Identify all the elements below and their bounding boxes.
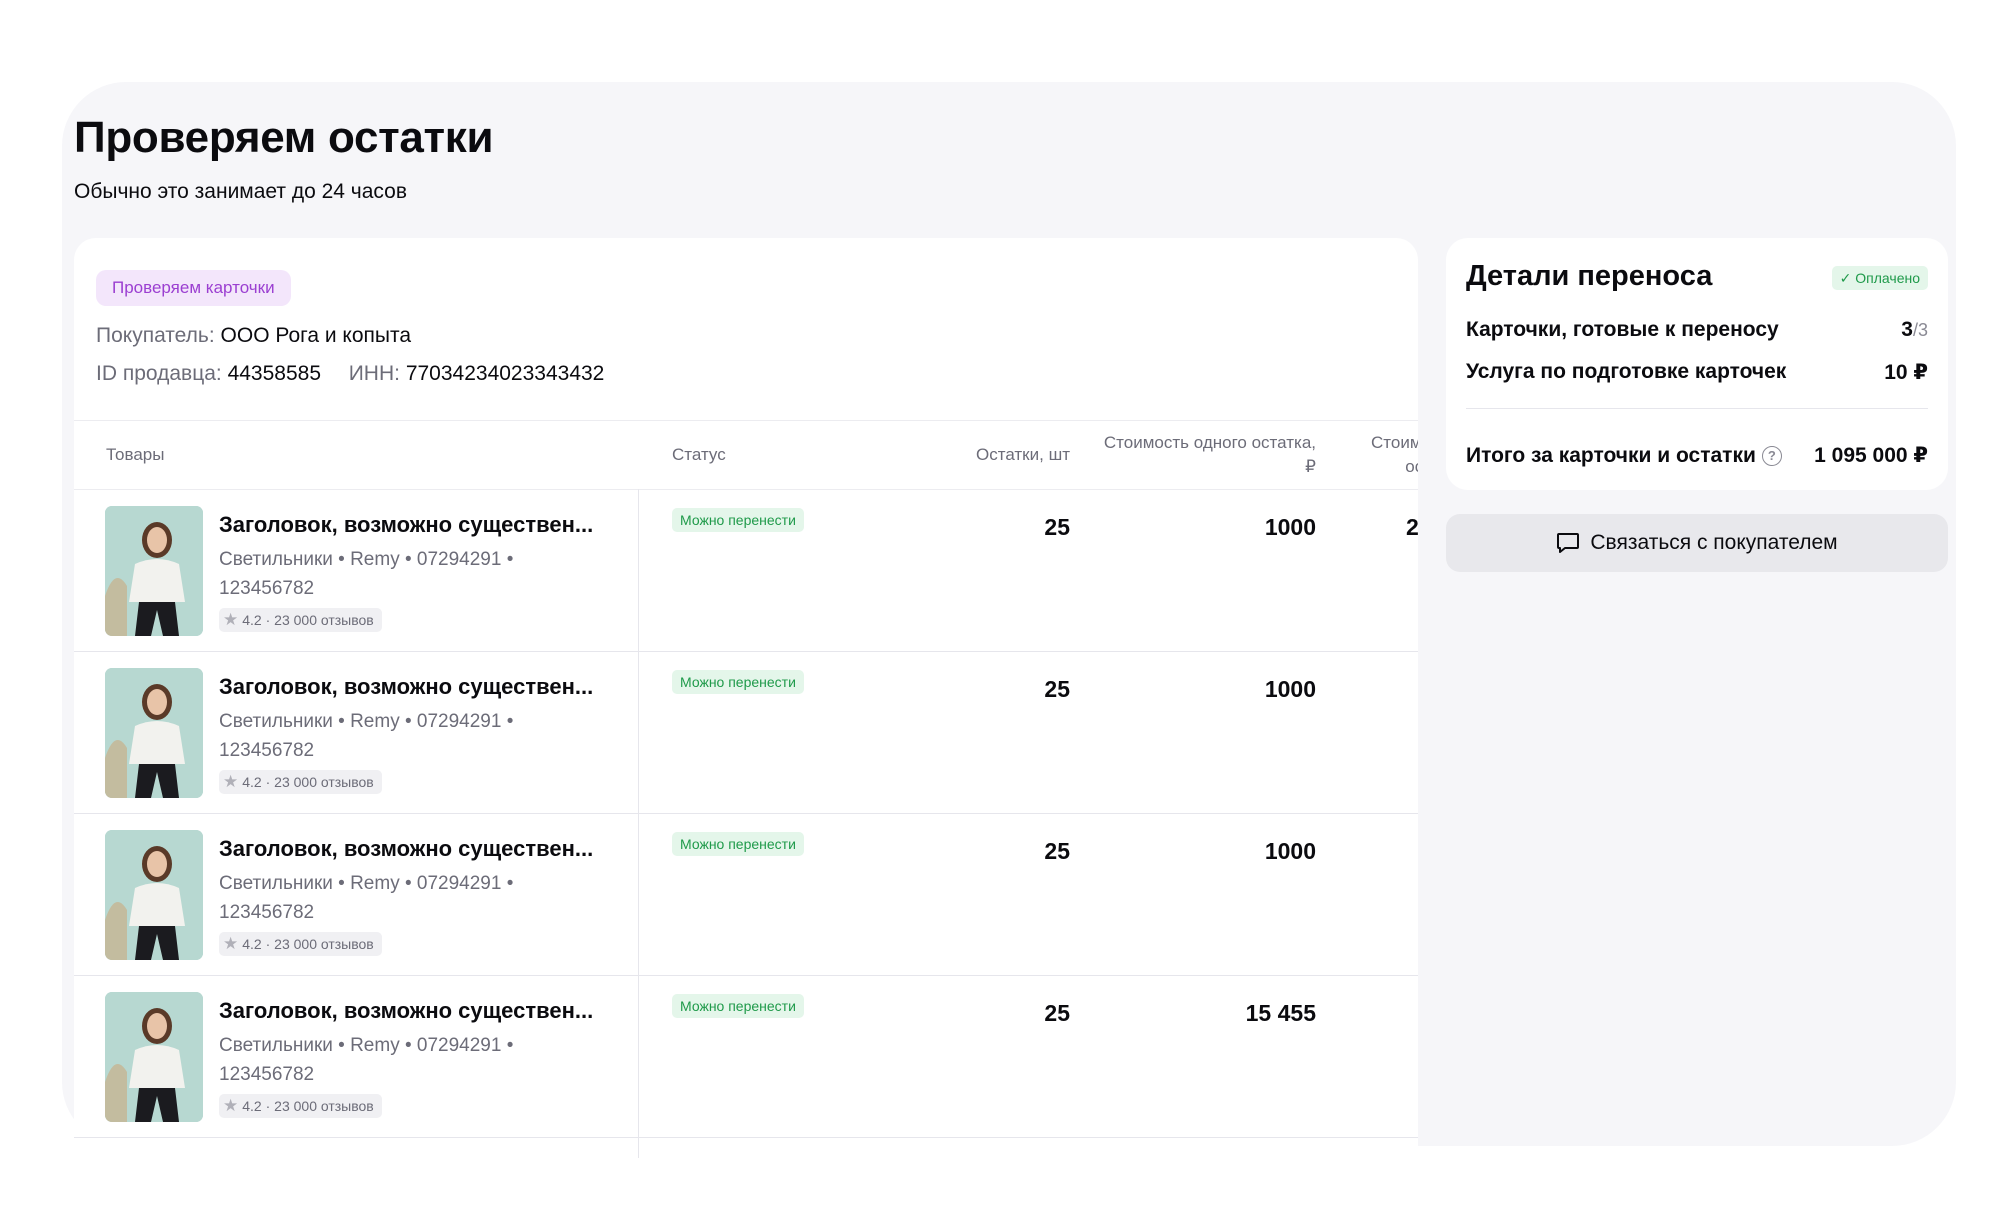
stock-value: 25 — [1044, 838, 1070, 864]
page-title: Проверяем остатки — [74, 113, 494, 162]
price-value: 1000 — [1264, 838, 1316, 864]
check-icon: ✓ — [1839, 270, 1852, 286]
product-title[interactable]: Заголовок, возможно существен... — [219, 674, 593, 700]
price-value: 1000 — [1264, 676, 1316, 702]
status-badge: Можно перенести — [672, 832, 804, 856]
seller-line: ID продавца: 44358585 ИНН: 7703423402334… — [96, 362, 604, 386]
help-circle-icon[interactable]: ? — [1761, 445, 1782, 466]
total-row: Итого за карточки и остатки ? 1 095 000 … — [1466, 443, 1928, 468]
star-icon: ★ — [223, 772, 239, 791]
products-table[interactable]: Товары Статус Остатки, шт Стоимость одно… — [74, 420, 1418, 1158]
paid-badge: ✓ Оплачено — [1831, 266, 1928, 290]
status-badge: Можно перенести — [672, 994, 804, 1018]
contact-buyer-button[interactable]: Связаться с покупателем — [1446, 514, 1948, 572]
product-rating: ★ 4.2 · 23 000 отзывов — [219, 932, 382, 956]
contact-buyer-label: Связаться с покупателем — [1590, 531, 1838, 554]
column-header-total[interactable]: Стоимо… ост… — [1348, 431, 1418, 479]
table-header: Товары Статус Остатки, шт Стоимость одно… — [74, 421, 1418, 490]
status-badge: Можно перенести — [672, 670, 804, 694]
details-divider — [1466, 408, 1928, 409]
product-meta: Светильники • Remy • 07294291 • 12345678… — [219, 711, 514, 761]
product-rating: ★ 4.2 · 23 000 отзывов — [219, 1094, 382, 1118]
rating-text: 4.2 · 23 000 отзывов — [242, 1098, 374, 1114]
column-header-stock[interactable]: Остатки, шт — [864, 443, 1070, 467]
stock-value: 25 — [1044, 676, 1070, 702]
seller-id-label: ID продавца: — [96, 362, 222, 385]
star-icon: ★ — [223, 610, 239, 629]
product-image[interactable] — [105, 506, 203, 636]
service-label: Услуга по подготовке карточек — [1466, 360, 1787, 383]
product-rating: ★ 4.2 · 23 000 отзывов — [219, 770, 382, 794]
cards-ready-value: 3 — [1901, 318, 1913, 341]
cards-ready-row: Карточки, готовые к переносу 3/3 — [1466, 318, 1928, 342]
total-value: 2 — [1406, 514, 1418, 540]
product-image[interactable] — [105, 830, 203, 960]
column-header-goods[interactable]: Товары — [106, 443, 164, 467]
cards-ready-total: /3 — [1912, 320, 1928, 340]
table-row[interactable]: Заголовок, возможно существен... Светиль… — [74, 814, 1418, 976]
rating-text: 4.2 · 23 000 отзывов — [242, 612, 374, 628]
seller-id: 44358585 — [227, 362, 322, 385]
total-label-wrap: Итого за карточки и остатки ? — [1466, 443, 1782, 468]
product-meta: Светильники • Remy • 07294291 • 12345678… — [219, 873, 514, 923]
order-card: Проверяем карточки Покупатель: ООО Рога … — [74, 238, 1418, 1158]
price-value: 15 455 — [1245, 1000, 1316, 1026]
table-row[interactable]: Заголовок, возможно существен... Светиль… — [74, 976, 1418, 1138]
service-row: Услуга по подготовке карточек 10 ₽ — [1466, 360, 1928, 385]
stock-value: 25 — [1044, 514, 1070, 540]
status-chip: Проверяем карточки — [96, 270, 291, 306]
column-header-price[interactable]: Стоимость одного остатка, ₽ — [1094, 431, 1316, 479]
product-meta: Светильники • Remy • 07294291 • 12345678… — [219, 549, 514, 599]
buyer-line: Покупатель: ООО Рога и копыта — [96, 324, 411, 348]
star-icon: ★ — [223, 1096, 239, 1115]
paid-label: Оплачено — [1855, 270, 1920, 286]
price-value: 1000 — [1264, 514, 1316, 540]
page-subtitle: Обычно это занимает до 24 часов — [74, 180, 407, 203]
inn-value: 77034234023343432 — [405, 362, 605, 385]
stock-value: 25 — [1044, 1000, 1070, 1026]
star-icon: ★ — [223, 934, 239, 953]
buyer-name: ООО Рога и копыта — [220, 324, 412, 347]
buyer-label: Покупатель: — [96, 324, 215, 347]
cards-ready-value-wrap: 3/3 — [1901, 318, 1928, 342]
details-title: Детали переноса — [1466, 260, 1713, 292]
product-title[interactable]: Заголовок, возможно существен... — [219, 998, 593, 1024]
service-value: 10 ₽ — [1884, 361, 1928, 384]
total-label: Итого за карточки и остатки — [1466, 443, 1756, 467]
product-image[interactable] — [105, 992, 203, 1122]
product-meta: Светильники • Remy • 07294291 • 12345678… — [219, 1035, 514, 1085]
column-header-status[interactable]: Статус — [672, 443, 726, 467]
product-rating: ★ 4.2 · 23 000 отзывов — [219, 608, 382, 632]
product-image[interactable] — [105, 668, 203, 798]
status-badge: Можно перенести — [672, 508, 804, 532]
table-row[interactable]: Заголовок, возможно существен... Светиль… — [74, 652, 1418, 814]
transfer-details-card: Детали переноса ✓ Оплачено Карточки, гот… — [1446, 238, 1948, 490]
cards-ready-label: Карточки, готовые к переносу — [1466, 318, 1779, 341]
table-row[interactable]: Заголовок, возможно существен... Светиль… — [74, 490, 1418, 652]
total-amount: 1 095 000 ₽ — [1814, 444, 1928, 467]
inn-label: ИНН: — [348, 362, 400, 385]
product-title[interactable]: Заголовок, возможно существен... — [219, 512, 593, 538]
product-title[interactable]: Заголовок, возможно существен... — [219, 836, 593, 862]
chat-bubble-icon — [1557, 533, 1580, 553]
rating-text: 4.2 · 23 000 отзывов — [242, 936, 374, 952]
rating-text: 4.2 · 23 000 отзывов — [242, 774, 374, 790]
